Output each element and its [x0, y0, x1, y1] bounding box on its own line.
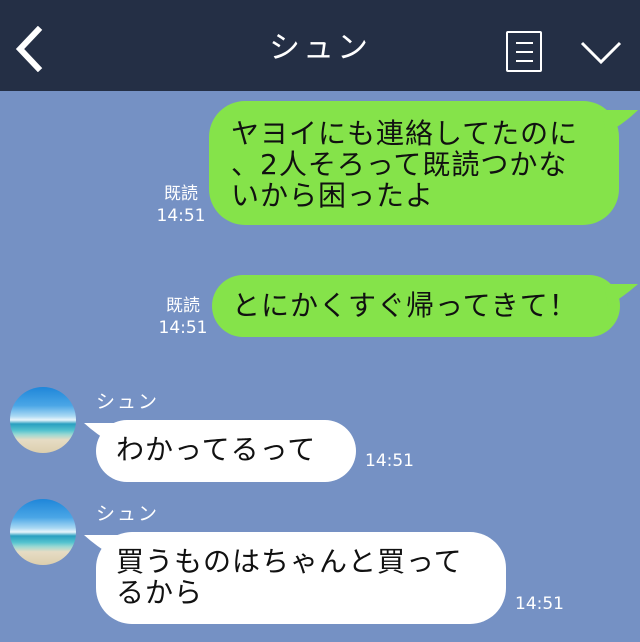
outgoing-message[interactable]: ヤヨイにも連絡してたのに 、2人そろって既読つかな いから困ったよ [209, 101, 619, 225]
message-line: 、2人そろって既読つかな [231, 148, 568, 181]
chevron-down-icon[interactable] [580, 40, 622, 66]
message-time: 14:51 [365, 451, 414, 471]
message-time: 14:51 [515, 594, 564, 614]
bubble-tail [602, 110, 638, 134]
message-line: わかってるって [116, 433, 317, 466]
sender-name: シュン [96, 391, 160, 413]
sender-name: シュン [96, 503, 160, 525]
chat-header: シュン [0, 0, 640, 91]
bubble-tail [604, 284, 638, 306]
read-receipt: 既読 14:51 [154, 183, 208, 227]
message-time: 14:51 [156, 206, 206, 226]
outgoing-message[interactable]: とにかくすぐ帰ってきて！ [212, 275, 620, 337]
message-line: 買うものはちゃんと買って [116, 545, 463, 578]
incoming-message[interactable]: 買うものはちゃんと買って るから [96, 532, 506, 624]
message-line: いから困ったよ [231, 179, 435, 212]
read-label: 既読 [164, 184, 198, 204]
message-line: とにかくすぐ帰ってきて！ [232, 289, 578, 322]
message-line: ヤヨイにも連絡してたのに [231, 117, 579, 150]
read-receipt: 既読 14:51 [156, 295, 210, 339]
notes-icon[interactable] [506, 31, 542, 72]
contact-avatar[interactable] [10, 499, 76, 565]
chat-title: シュン [269, 30, 371, 66]
contact-avatar[interactable] [10, 387, 76, 453]
read-label: 既読 [166, 296, 200, 316]
message-line: るから [116, 576, 204, 609]
message-time: 14:51 [158, 318, 208, 338]
incoming-message[interactable]: わかってるって [96, 420, 356, 482]
